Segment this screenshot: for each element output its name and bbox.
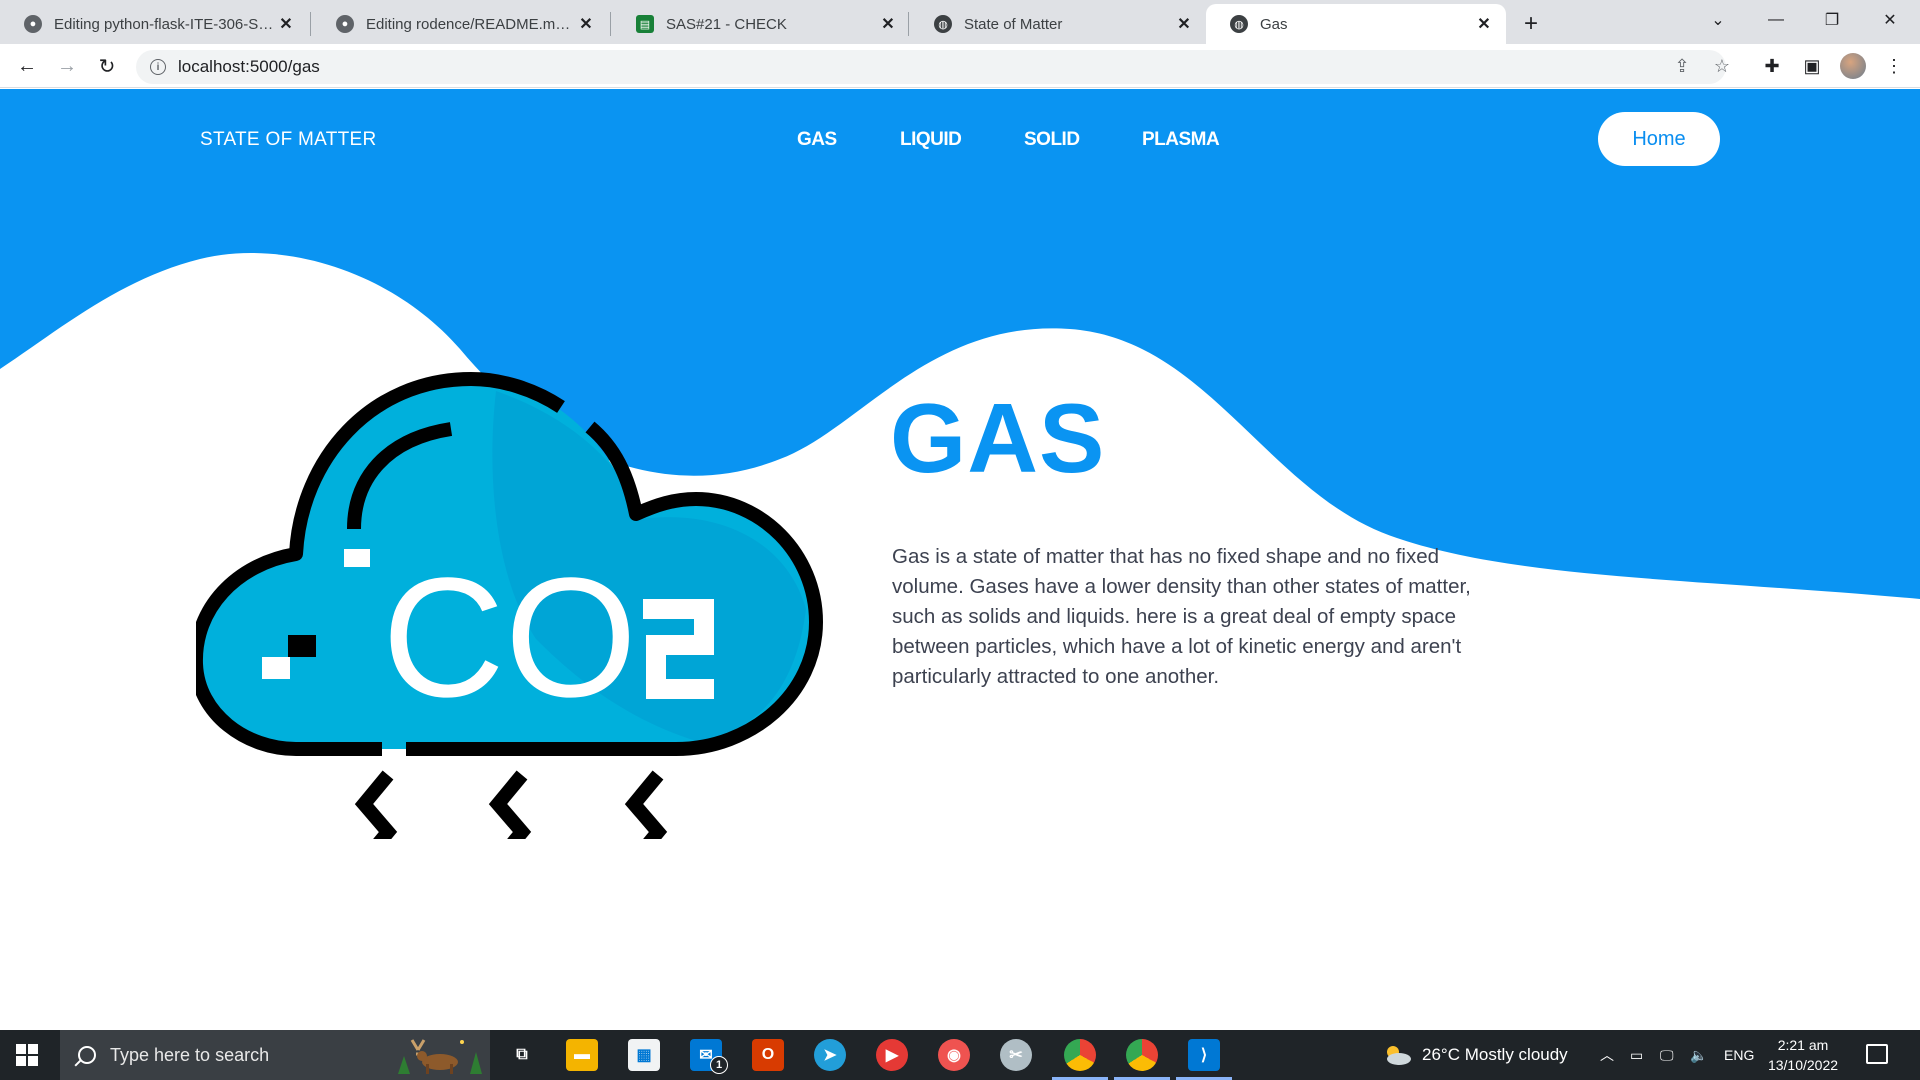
snipping-tool-icon[interactable]: ✂ (1000, 1039, 1032, 1071)
forward-arrow-icon[interactable]: → (52, 51, 82, 81)
nav-link-plasma[interactable]: PLASMA (1142, 129, 1220, 151)
telegram-icon[interactable]: ➤ (814, 1039, 846, 1071)
chrome-icon[interactable] (1064, 1039, 1096, 1071)
tab-title: Editing rodence/README.md at main (366, 15, 576, 33)
task-view-icon[interactable]: ⧉ (506, 1039, 538, 1071)
github-icon: ● (336, 15, 354, 33)
globe-icon: ◍ (1230, 15, 1248, 33)
tab-search-chevron-icon[interactable]: ⌄ (1690, 0, 1746, 40)
github-icon: ● (24, 15, 42, 33)
tab-separator (610, 12, 611, 36)
tab-title: Gas (1260, 15, 1288, 33)
close-tab-icon[interactable]: ✕ (576, 14, 596, 34)
globe-icon: ◍ (934, 15, 952, 33)
tab-3[interactable]: ▤ SAS#21 - CHECK ✕ (612, 4, 910, 44)
restore-icon[interactable]: ❐ (1804, 0, 1860, 40)
volume-icon[interactable]: 🔈 (1690, 1030, 1707, 1080)
file-explorer-icon[interactable]: ▬ (566, 1039, 598, 1071)
co2-cloud-icon: CO (196, 372, 823, 839)
tab-separator (310, 12, 311, 36)
search-placeholder: Type here to search (110, 1044, 270, 1065)
weather-text: 26°C Mostly cloudy (1422, 1045, 1568, 1064)
page-title: GAS (890, 383, 1106, 493)
home-button[interactable]: Home (1598, 112, 1720, 166)
close-tab-icon[interactable]: ✕ (1174, 14, 1194, 34)
windows-taskbar: Type here to search ⧉ ▬ ▦ ✉ 1 O ➤ ▶ ◉ ✂ … (0, 1030, 1920, 1080)
search-highlight-moose-icon (398, 1039, 482, 1074)
web-page: STATE OF MATTER GAS LIQUID SOLID PLASMA … (0, 89, 1920, 1030)
partly-cloudy-icon (1387, 1046, 1411, 1065)
notification-icon[interactable] (1866, 1044, 1888, 1064)
site-brand[interactable]: STATE OF MATTER (200, 129, 377, 151)
tab-5-active[interactable]: ◍ Gas ✕ (1206, 4, 1506, 44)
clock-time: 2:21 am (1777, 1037, 1829, 1053)
minimize-icon[interactable]: — (1748, 0, 1804, 40)
network-icon[interactable]: 🖵 (1660, 1030, 1674, 1080)
bookmark-star-icon[interactable]: ☆ (1708, 52, 1736, 80)
tab-title: State of Matter (964, 15, 1063, 33)
side-panel-icon[interactable]: ▣ (1798, 52, 1826, 80)
clock-date: 13/10/2022 (1767, 1057, 1839, 1073)
tab-2[interactable]: ● Editing rodence/README.md at main ✕ (312, 4, 608, 44)
description-paragraph: Gas is a state of matter that has no fix… (892, 545, 1471, 688)
browser-toolbar: ← → ↻ i localhost:5000/gas ⇪ ☆ ✚ ▣ ⋮ (0, 44, 1920, 88)
weather-widget[interactable]: 26°C Mostly cloudy (1382, 1030, 1568, 1080)
close-tab-icon[interactable]: ✕ (276, 14, 296, 34)
search-icon (78, 1046, 96, 1064)
tab-1[interactable]: ● Editing python-flask-ITE-306-SAS ✕ (0, 4, 308, 44)
sheets-icon: ▤ (636, 15, 654, 33)
taskbar-search-box[interactable]: Type here to search (60, 1030, 490, 1080)
address-bar[interactable]: i localhost:5000/gas (136, 50, 1726, 84)
close-window-icon[interactable]: ✕ (1862, 0, 1918, 40)
extensions-puzzle-icon[interactable]: ✚ (1758, 52, 1786, 80)
tab-title: SAS#21 - CHECK (666, 15, 787, 33)
media-player-icon[interactable]: ▶ (876, 1039, 908, 1071)
tray-chevron-icon[interactable]: ︿ (1600, 1030, 1614, 1080)
reload-icon[interactable]: ↻ (92, 51, 122, 81)
share-icon[interactable]: ⇪ (1668, 52, 1696, 80)
tab-separator (908, 12, 909, 36)
windows-start-icon[interactable] (16, 1044, 38, 1066)
site-info-icon[interactable]: i (150, 59, 166, 75)
profile-avatar[interactable] (1840, 53, 1866, 79)
mail-badge: 1 (710, 1056, 728, 1074)
close-tab-icon[interactable]: ✕ (878, 14, 898, 34)
tab-title: Editing python-flask-ITE-306-SAS (54, 15, 276, 33)
url-text[interactable]: localhost:5000/gas (178, 57, 320, 77)
taskbar-clock[interactable]: 2:21 am 13/10/2022 (1764, 1035, 1842, 1075)
nav-link-gas[interactable]: GAS (797, 129, 837, 151)
chrome-profile-icon[interactable] (1126, 1039, 1158, 1071)
office-icon[interactable]: O (752, 1039, 784, 1071)
new-tab-button[interactable]: + (1515, 8, 1547, 40)
nav-link-liquid[interactable]: LIQUID (900, 129, 962, 151)
close-tab-icon[interactable]: ✕ (1474, 14, 1494, 34)
app-icon[interactable]: ◉ (938, 1039, 970, 1071)
co2-label: CO (382, 543, 637, 733)
back-arrow-icon[interactable]: ← (12, 51, 42, 81)
language-indicator[interactable]: ENG (1724, 1030, 1754, 1080)
tab-4[interactable]: ◍ State of Matter ✕ (910, 4, 1206, 44)
tab-strip: ● Editing python-flask-ITE-306-SAS ✕ ● E… (0, 0, 1920, 44)
menu-kebab-icon[interactable]: ⋮ (1880, 52, 1908, 80)
battery-icon[interactable]: ▭ (1630, 1030, 1643, 1080)
vscode-icon[interactable]: ⟩ (1188, 1039, 1220, 1071)
microsoft-store-icon[interactable]: ▦ (628, 1039, 660, 1071)
nav-link-solid[interactable]: SOLID (1024, 129, 1080, 151)
